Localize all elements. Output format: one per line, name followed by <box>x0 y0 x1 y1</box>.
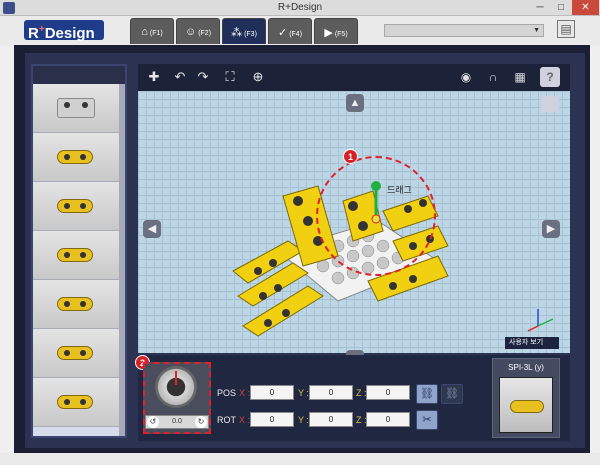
chevron-up-icon: ▲ <box>349 97 361 109</box>
tab-home[interactable]: ⌂ (F1) <box>130 18 174 44</box>
close-button[interactable]: ✕ <box>572 0 599 15</box>
z-label: Z : <box>356 415 367 425</box>
pan-up-button[interactable]: ▲ <box>346 94 364 112</box>
magnet-icon[interactable]: ∩ <box>483 67 503 87</box>
grid-toggle-icon[interactable]: ▦ <box>510 67 530 87</box>
part-item[interactable] <box>33 133 125 182</box>
part-list[interactable] <box>31 64 127 438</box>
link-part-icon <box>57 248 93 262</box>
help-icon[interactable]: ? <box>540 67 560 87</box>
rot-label: ROT <box>217 415 236 425</box>
detach-button[interactable]: ⛓ <box>441 384 463 404</box>
delete-part-button[interactable]: ✂ <box>416 410 438 430</box>
grid-icon: ⁂ <box>231 27 243 39</box>
model-select[interactable]: ▼ <box>384 24 544 37</box>
home-icon: ⌂ <box>141 26 148 38</box>
title-bar: R+Design ─ □ ✕ <box>0 0 600 16</box>
save-icon: ▤ <box>560 22 572 36</box>
user-icon: ☺ <box>184 26 197 38</box>
play-icon: ▶ <box>324 27 333 39</box>
part-item[interactable] <box>33 329 125 378</box>
drag-hint-label: 드래그 <box>387 185 412 195</box>
camera-icon[interactable] <box>541 96 559 112</box>
pan-right-button[interactable]: ▶ <box>542 220 560 238</box>
chevron-right-icon: ▶ <box>546 223 556 235</box>
chevron-left-icon: ◀ <box>147 223 157 235</box>
axis-indicator <box>527 309 554 332</box>
selected-part-title: SPI-3L (y) <box>508 363 544 372</box>
tab-user[interactable]: ☺ (F2) <box>176 18 220 44</box>
rotation-value-field[interactable]: ↺ 0.0 ↻ <box>145 415 209 429</box>
check-icon: ✓ <box>277 27 288 39</box>
part-item[interactable] <box>33 231 125 280</box>
part-item[interactable] <box>33 280 125 329</box>
rotate-cw-icon[interactable]: ↻ <box>195 416 207 428</box>
view-mode-label[interactable]: 사용자 보기 <box>505 337 559 349</box>
link-part-icon <box>510 400 544 413</box>
link-icon: ⛓ <box>420 388 434 400</box>
tab-play[interactable]: ▶ (F5) <box>314 18 358 44</box>
add-part-icon[interactable]: ✚ <box>144 68 164 86</box>
y-label: Y : <box>298 415 309 425</box>
focus-icon[interactable]: ⛶ <box>220 68 240 86</box>
maximize-button[interactable]: □ <box>551 0 571 15</box>
undo-icon[interactable]: ↶ <box>170 68 190 86</box>
minimize-button[interactable]: ─ <box>530 0 550 15</box>
pan-left-button[interactable]: ◀ <box>143 220 161 238</box>
attach-button[interactable]: ⛓ <box>416 384 438 404</box>
rot-y-input[interactable]: 0 <box>309 412 353 427</box>
window-title: R+Design <box>277 2 323 13</box>
unlink-icon: ⛓ <box>445 388 459 400</box>
pos-y-input[interactable]: 0 <box>309 385 353 400</box>
plate-part-icon <box>57 98 95 118</box>
tab-check[interactable]: ✓ (F4) <box>268 18 312 44</box>
rot-z-input[interactable]: 0 <box>366 412 410 427</box>
save-button[interactable]: ▤ <box>557 20 575 38</box>
rotation-row: ROT X : 0 Y : 0 Z : 0 <box>214 411 414 429</box>
highlight-circle <box>316 156 436 276</box>
pos-z-input[interactable]: 0 <box>366 385 410 400</box>
link-part-icon <box>57 199 93 213</box>
part-list-header <box>33 66 125 84</box>
fit-view-icon[interactable]: ⊕ <box>248 68 268 86</box>
selected-part-panel: SPI-3L (y) <box>492 358 560 438</box>
remove-icon: ✂ <box>422 414 432 426</box>
tab-assemble[interactable]: ⁂ (F3) <box>222 18 266 44</box>
pos-label: POS <box>217 388 237 398</box>
link-part-icon <box>57 150 93 164</box>
part-item[interactable] <box>33 84 125 133</box>
selected-part-thumbnail <box>499 377 553 433</box>
position-row: POS X : 0 Y : 0 Z : 0 <box>214 384 414 402</box>
viewport-toolbar: ✚ ↶ ↷ ⛶ ⊕ ◉ ∩ ▦ ? <box>138 64 570 91</box>
part-list-scrollbar[interactable] <box>119 84 125 436</box>
link-part-icon <box>57 346 93 360</box>
link-part-icon <box>57 395 93 409</box>
chevron-down-icon: ▼ <box>533 27 540 34</box>
x-label: X : <box>239 415 251 425</box>
redo-icon[interactable]: ↷ <box>193 68 213 86</box>
link-part-icon <box>57 297 93 311</box>
z-label: Z : <box>356 388 367 398</box>
app-logo: R+Design <box>24 20 104 42</box>
pos-x-input[interactable]: 0 <box>250 385 294 400</box>
rotate-ccw-icon[interactable]: ↺ <box>147 416 159 428</box>
part-item[interactable] <box>33 182 125 231</box>
x-label: X : <box>239 388 251 398</box>
part-item[interactable] <box>33 378 125 427</box>
rot-x-input[interactable]: 0 <box>250 412 294 427</box>
rotation-needle <box>175 371 177 385</box>
y-label: Y : <box>298 388 309 398</box>
eye-icon[interactable]: ◉ <box>456 67 476 87</box>
callout-badge-1: 1 <box>343 149 358 164</box>
status-bar <box>0 453 600 465</box>
